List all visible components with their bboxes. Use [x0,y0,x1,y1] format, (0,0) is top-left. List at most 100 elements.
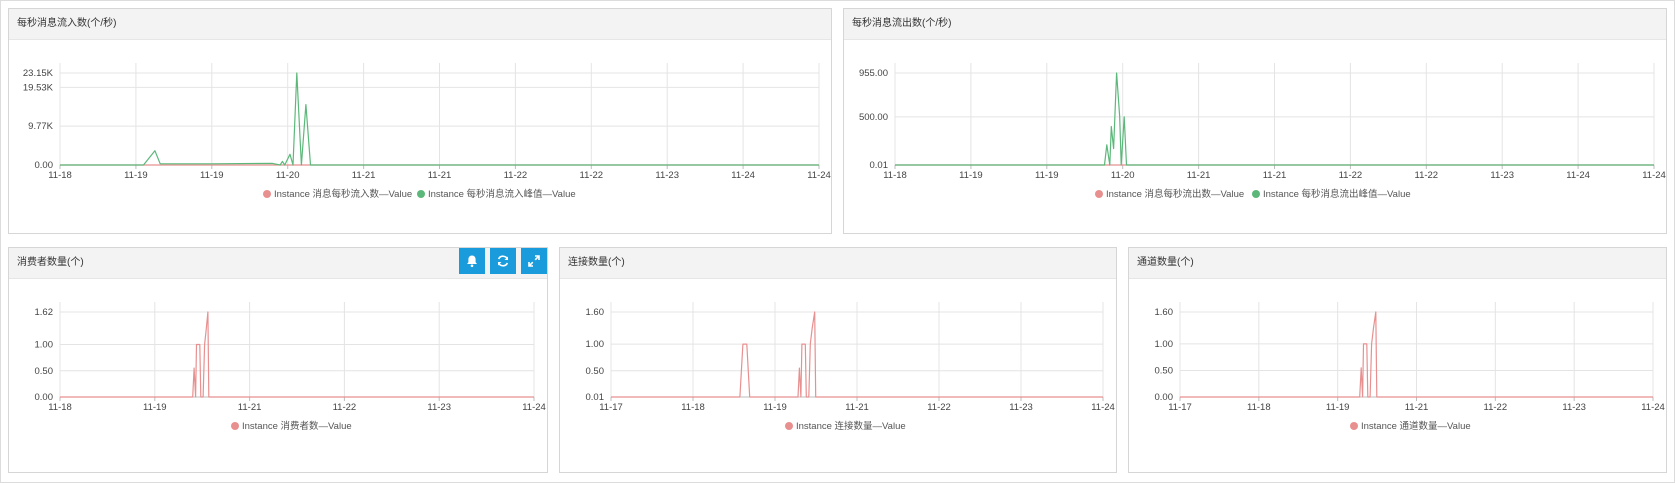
y-tick-label: 0.00 [35,160,54,171]
y-tick-label: 1.00 [35,340,54,351]
x-tick-label: 11-18 [48,402,72,413]
panel-header: 连接数量(个) [560,248,1116,279]
chart-message-outflow: 11-18 11-19 11-19 11-20 11-21 11-21 11-22 11-22… [859,63,1666,200]
legend-marker [231,422,239,430]
x-tick-label: 11-24 [522,402,546,413]
alarm-button[interactable] [459,248,485,274]
x-tick-label: 11-19 [200,170,224,181]
legend-marker [1252,190,1260,198]
chart-connection-count: 11-17 11-18 11-19 11-21 11-22 11-23 11-24 0.01 0… [586,302,1115,432]
x-tick-label: 11-21 [352,170,376,181]
x-tick-label: 11-19 [1326,402,1350,413]
x-tick-label: 11-22 [1484,402,1508,413]
fullscreen-button[interactable] [521,248,547,274]
legend-label: Instance 每秒消息流出峰值—Value [1263,188,1411,200]
x-tick-label: 11-18 [48,170,72,181]
x-tick-label: 11-22 [333,402,357,413]
y-tick-label: 1.60 [1155,307,1174,318]
chart-consumer-count: 11-18 11-19 11-21 11-22 11-23 11-24 0.00 0.50 1.… [35,302,546,432]
x-tick-label: 11-20 [276,170,300,181]
legend-label: Instance 连接数量—Value [796,420,906,432]
x-tick-label: 11-22 [1415,170,1439,181]
x-tick-label: 11-18 [681,402,705,413]
x-tick-label: 11-21 [1405,402,1429,413]
x-tick-label: 11-22 [580,170,604,181]
panel-title: 每秒消息流入数(个/秒) [17,18,117,29]
x-tick-label: 11-23 [655,170,679,181]
y-tick-label: 23.15K [23,68,54,79]
x-tick-label: 11-19 [124,170,148,181]
y-tick-label: 0.01 [586,392,605,403]
panel-title: 每秒消息流出数(个/秒) [852,18,952,29]
chart-channel-count: 11-17 11-18 11-19 11-21 11-22 11-23 11-24 0.00 0… [1155,302,1665,432]
y-tick-label: 0.00 [35,392,54,403]
x-tick-label: 11-23 [1490,170,1514,181]
panel-toolbar [459,248,547,274]
legend-label: Instance 通道数量—Value [1361,420,1471,432]
x-tick-label: 11-20 [1111,170,1135,181]
panel-header: 通道数量(个) [1129,248,1666,279]
x-tick-label: 11-22 [927,402,951,413]
x-tick-label: 11-21 [428,170,452,181]
x-tick-label: 11-19 [1035,170,1059,181]
x-tick-label: 11-24 [1091,402,1115,413]
legend-marker [417,190,425,198]
x-tick-label: 11-19 [959,170,983,181]
y-tick-label: 0.50 [1155,365,1174,376]
panel-message-inflow: 每秒消息流入数(个/秒) 11-18 11-19 11-19 11-20 11-21 11… [8,8,832,234]
panel-title: 消费者数量(个) [17,257,84,268]
x-tick-label: 11-18 [883,170,907,181]
x-tick-label: 11-23 [1009,402,1033,413]
panel-message-outflow: 每秒消息流出数(个/秒) 11-18 11-19 11-19 11-20 11-21 11… [843,8,1667,234]
y-tick-label: 1.60 [586,307,605,318]
x-tick-label: 11-23 [1562,402,1586,413]
expand-icon [528,255,540,267]
refresh-icon [497,255,509,267]
legend-marker [785,422,793,430]
legend-label: Instance 消息每秒流出数—Value [1106,188,1244,200]
legend-marker [263,190,271,198]
y-tick-label: 1.62 [35,307,54,318]
bell-icon [467,255,477,268]
chart-message-inflow: 11-18 11-19 11-19 11-20 11-21 11-21 11-22 11-22… [23,63,831,200]
x-tick-label: 11-24 [1642,170,1666,181]
y-tick-label: 19.53K [23,82,54,93]
x-tick-label: 11-17 [599,402,623,413]
panel-consumer-count: 消费者数量(个) 11-18 11-19 11-21 11-22 11-23 1… [8,247,548,473]
x-tick-label: 11-21 [845,402,869,413]
y-tick-label: 1.00 [1155,339,1174,350]
y-tick-label: 0.00 [1155,392,1174,403]
panel-title: 连接数量(个) [568,257,625,268]
x-tick-label: 11-24 [807,170,831,181]
panel-title: 通道数量(个) [1137,257,1194,268]
x-tick-label: 11-21 [1263,170,1287,181]
y-tick-label: 0.50 [586,366,605,377]
panel-connection-count: 连接数量(个) 11-17 11-18 11-19 11-21 11-22 11-23 11… [559,247,1117,473]
panel-header: 每秒消息流出数(个/秒) [844,9,1666,40]
y-tick-label: 0.50 [35,366,54,377]
legend-label: Instance 消费者数—Value [242,420,352,432]
legend-label: Instance 每秒消息流入峰值—Value [428,188,576,200]
x-tick-label: 11-18 [1247,402,1271,413]
x-tick-label: 11-24 [1641,402,1665,413]
x-tick-label: 11-21 [238,402,262,413]
x-tick-label: 11-22 [1339,170,1363,181]
x-tick-label: 11-19 [143,402,167,413]
y-tick-label: 955.00 [859,68,888,79]
refresh-button[interactable] [490,248,516,274]
x-tick-label: 11-21 [1187,170,1211,181]
x-tick-label: 11-23 [427,402,451,413]
x-tick-label: 11-22 [504,170,528,181]
panel-header: 每秒消息流入数(个/秒) [9,9,831,40]
y-tick-label: 0.01 [870,160,889,171]
x-tick-label: 11-24 [1566,170,1590,181]
panel-channel-count: 通道数量(个) 11-17 11-18 11-19 11-21 11-22 11-23 11… [1128,247,1667,473]
x-tick-label: 11-17 [1168,402,1192,413]
x-tick-label: 11-24 [731,170,755,181]
x-tick-label: 11-19 [763,402,787,413]
y-tick-label: 1.00 [586,339,605,350]
legend-label: Instance 消息每秒流入数—Value [274,188,412,200]
legend-marker [1095,190,1103,198]
y-tick-label: 9.77K [28,121,53,132]
series-line [60,311,534,398]
